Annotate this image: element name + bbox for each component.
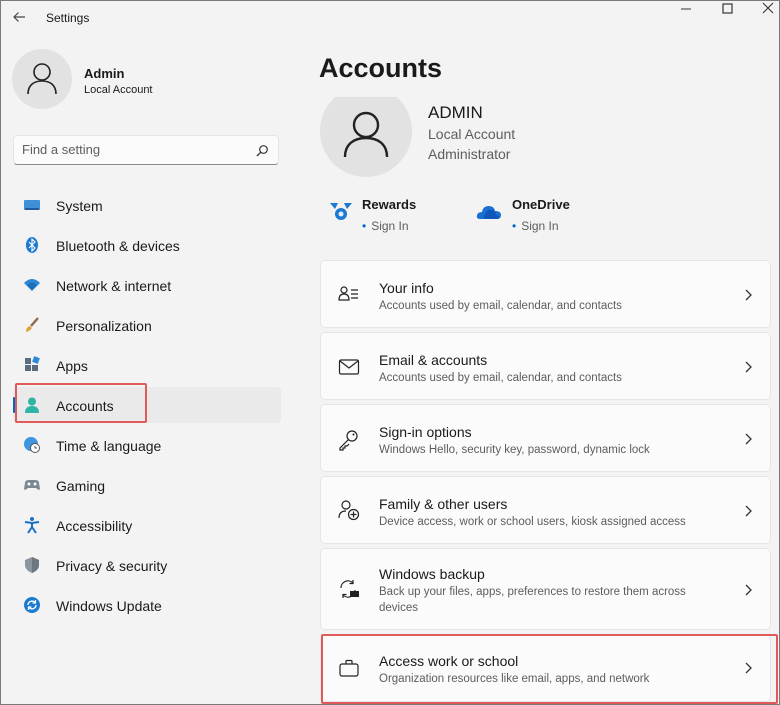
- sidebar-item-personalization[interactable]: Personalization: [13, 307, 281, 343]
- key-icon: [338, 429, 360, 451]
- avatar[interactable]: [12, 49, 72, 109]
- account-type: Local Account: [428, 126, 516, 142]
- sidebar-item-bluetooth[interactable]: Bluetooth & devices: [13, 227, 281, 263]
- rewards-icon: [328, 199, 354, 225]
- sidebar-item-label: Time & language: [56, 438, 162, 454]
- access-work-school-highlight: [321, 634, 778, 704]
- user-account-type: Local Account: [84, 84, 153, 96]
- bluetooth-icon: [23, 236, 41, 254]
- sidebar-item-label: System: [56, 198, 103, 214]
- service-status[interactable]: • Sign In: [512, 219, 559, 233]
- card-description: Back up your files, apps, preferences to…: [379, 586, 686, 614]
- card-windows-backup[interactable]: Windows backup Back up your files, apps,…: [320, 548, 771, 630]
- service-name: Rewards: [362, 197, 417, 212]
- search-icon[interactable]: [254, 143, 270, 159]
- sign-in-link[interactable]: Sign In: [521, 219, 558, 233]
- sidebar-item-time-language[interactable]: Time & language: [13, 427, 281, 463]
- account-avatar[interactable]: [320, 85, 412, 177]
- sidebar-item-label: Windows Update: [56, 598, 162, 614]
- sign-in-link[interactable]: Sign In: [371, 219, 408, 233]
- sidebar-item-accessibility[interactable]: Accessibility: [13, 507, 281, 543]
- status-dot: •: [512, 219, 517, 233]
- globe-clock-icon: [23, 436, 41, 454]
- back-arrow-icon[interactable]: [9, 6, 31, 28]
- mail-icon: [338, 356, 360, 378]
- gamepad-icon: [23, 476, 41, 494]
- accounts-highlight: [15, 383, 147, 423]
- card-description: Accounts used by email, calendar, and co…: [379, 300, 622, 312]
- wifi-icon: [23, 276, 41, 294]
- avatar-top-mask: [320, 85, 412, 97]
- family-add-icon: [338, 499, 360, 521]
- card-description: Windows Hello, security key, password, d…: [379, 444, 650, 456]
- person-icon: [27, 63, 57, 95]
- sidebar-item-label: Bluetooth & devices: [56, 238, 180, 254]
- service-name: OneDrive: [512, 197, 570, 212]
- account-name: ADMIN: [428, 103, 483, 122]
- user-name: Admin: [84, 66, 125, 81]
- card-title: Your info: [379, 280, 434, 296]
- card-your-info[interactable]: Your info Accounts used by email, calend…: [320, 260, 771, 328]
- card-title: Family & other users: [379, 496, 508, 512]
- update-icon: [23, 596, 41, 614]
- service-status[interactable]: • Sign In: [362, 219, 409, 233]
- sidebar-item-label: Gaming: [56, 478, 106, 494]
- close-icon[interactable]: [753, 1, 779, 19]
- chevron-right-icon: [742, 504, 754, 518]
- backup-icon: [338, 578, 360, 600]
- window-title: Settings: [46, 11, 90, 25]
- sidebar-item-label: Personalization: [56, 318, 152, 334]
- search-input[interactable]: [22, 142, 242, 157]
- onedrive-service[interactable]: OneDrive • Sign In: [476, 197, 616, 237]
- maximize-icon[interactable]: [713, 1, 743, 19]
- sidebar-item-label: Privacy & security: [56, 558, 168, 574]
- card-family-other-users[interactable]: Family & other users Device access, work…: [320, 476, 771, 544]
- search-box[interactable]: [13, 135, 279, 165]
- card-title: Windows backup: [379, 566, 485, 582]
- apps-icon: [23, 356, 41, 374]
- card-email-accounts[interactable]: Email & accounts Accounts used by email,…: [320, 332, 771, 400]
- accessibility-icon: [23, 516, 41, 534]
- status-dot: •: [362, 219, 367, 233]
- card-title: Email & accounts: [379, 352, 488, 368]
- card-sign-in-options[interactable]: Sign-in options Windows Hello, security …: [320, 404, 771, 472]
- sidebar-item-gaming[interactable]: Gaming: [13, 467, 281, 503]
- page-title: Accounts: [319, 53, 443, 83]
- sidebar-item-windows-update[interactable]: Windows Update: [13, 587, 281, 623]
- sidebar-item-label: Apps: [56, 358, 88, 374]
- settings-window: Settings Admin Local Account System: [0, 0, 780, 705]
- sidebar-item-apps[interactable]: Apps: [13, 347, 281, 383]
- card-description: Accounts used by email, calendar, and co…: [379, 372, 622, 384]
- rewards-service[interactable]: Rewards • Sign In: [328, 197, 458, 237]
- sidebar-item-label: Accessibility: [56, 518, 133, 534]
- chevron-right-icon: [742, 360, 754, 374]
- sidebar-item-label: Network & internet: [56, 278, 172, 294]
- person-info-icon: [338, 283, 360, 305]
- minimize-icon[interactable]: [671, 1, 701, 19]
- sidebar-item-privacy[interactable]: Privacy & security: [13, 547, 281, 583]
- person-icon: [343, 111, 389, 158]
- brush-icon: [23, 316, 41, 334]
- onedrive-cloud-icon: [476, 199, 502, 225]
- account-role: Administrator: [428, 146, 511, 162]
- card-title: Sign-in options: [379, 424, 472, 440]
- card-description: Device access, work or school users, kio…: [379, 516, 686, 528]
- chevron-right-icon: [742, 583, 754, 597]
- sidebar-item-system[interactable]: System: [13, 187, 281, 223]
- chevron-right-icon: [742, 288, 754, 302]
- system-display-icon: [23, 196, 41, 214]
- title-bar: Settings: [1, 1, 779, 35]
- chevron-right-icon: [742, 432, 754, 446]
- sidebar-item-network[interactable]: Network & internet: [13, 267, 281, 303]
- shield-icon: [23, 556, 41, 574]
